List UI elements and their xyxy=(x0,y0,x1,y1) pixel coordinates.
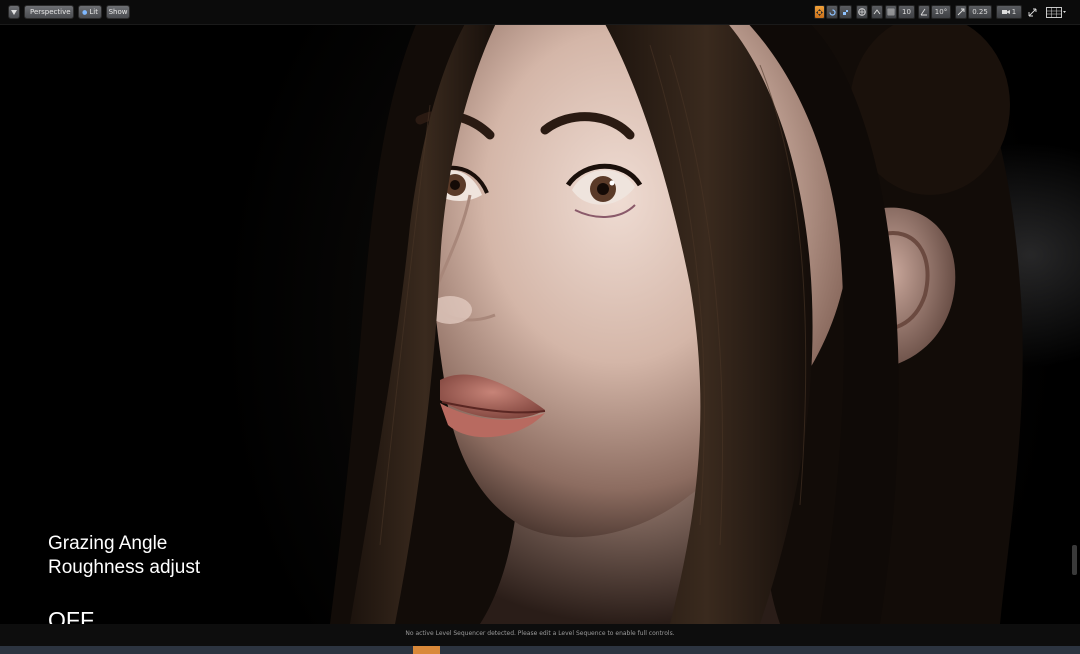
surface-snap-icon xyxy=(873,9,881,15)
lit-label: Lit xyxy=(89,8,98,16)
rotation-snap-toggle[interactable] xyxy=(918,5,930,19)
camera-speed-button[interactable]: 1 xyxy=(996,5,1022,19)
viewport-scrollbar-thumb[interactable] xyxy=(1072,545,1077,575)
surface-snap-button[interactable] xyxy=(871,5,883,19)
viewport-toolbar: Perspective Lit Show 10 10° 0.25 1 xyxy=(0,0,1080,25)
scale-button[interactable] xyxy=(839,5,852,19)
angle-icon xyxy=(920,8,927,16)
camera-icon xyxy=(1001,10,1010,14)
level-viewport[interactable]: Grazing Angle Roughness adjust OFF xyxy=(0,25,1080,624)
lit-sphere-icon xyxy=(82,9,88,15)
scale-arrow-icon xyxy=(957,8,965,16)
show-button[interactable]: Show xyxy=(106,5,130,19)
show-label: Show xyxy=(108,8,128,16)
layout-button[interactable] xyxy=(1043,5,1069,19)
overlay-state-label: OFF xyxy=(48,607,94,624)
sequencer-status-bar: No active Level Sequencer detected. Plea… xyxy=(0,624,1080,646)
camera-speed-label: 1 xyxy=(1011,8,1017,16)
grid-snap-value[interactable]: 10 xyxy=(898,5,915,19)
rotation-snap-value-label: 10° xyxy=(934,8,948,16)
perspective-label: Perspective xyxy=(30,8,71,16)
translate-icon xyxy=(816,8,823,16)
perspective-button[interactable]: Perspective xyxy=(24,5,74,19)
maximize-icon xyxy=(1028,8,1036,16)
scale-icon xyxy=(843,9,848,15)
rotation-snap-value[interactable]: 10° xyxy=(931,5,951,19)
viewport-layout-icon xyxy=(1046,6,1066,18)
globe-icon xyxy=(858,8,866,16)
overlay-caption-line2: Roughness adjust xyxy=(48,557,201,578)
overlay-caption-line1: Grazing Angle xyxy=(48,533,168,554)
select-mode-button[interactable] xyxy=(814,5,825,19)
grid-snap-toggle[interactable] xyxy=(885,5,897,19)
scale-snap-toggle[interactable] xyxy=(955,5,967,19)
rotate-icon xyxy=(828,8,836,16)
rotate-button[interactable] xyxy=(826,5,838,19)
timeline-track[interactable] xyxy=(0,646,1080,654)
scale-snap-value-label: 0.25 xyxy=(972,8,988,16)
scale-snap-value[interactable]: 0.25 xyxy=(968,5,992,19)
viewport-options-button[interactable] xyxy=(8,5,20,19)
view-mode-button[interactable]: Lit xyxy=(78,5,102,19)
sequencer-status-message: No active Level Sequencer detected. Plea… xyxy=(405,630,675,637)
timeline-playhead[interactable] xyxy=(413,646,440,654)
dropdown-triangle-icon xyxy=(11,9,17,15)
maximize-viewport-button[interactable] xyxy=(1026,5,1038,19)
coordinate-system-button[interactable] xyxy=(856,5,868,19)
grid-snap-value-label: 10 xyxy=(902,8,911,16)
grid-icon xyxy=(887,8,895,16)
